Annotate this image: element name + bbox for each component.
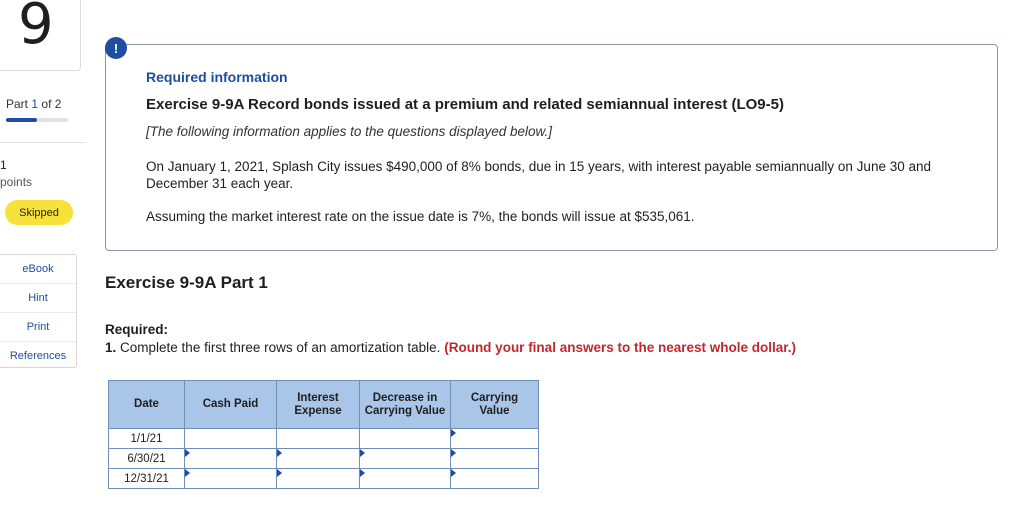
carrying-value-input-2[interactable]	[451, 450, 538, 467]
cash-paid-cell	[184, 448, 277, 469]
points-value: 1	[0, 158, 7, 172]
part-prefix: Part	[6, 97, 29, 111]
interest-expense-cell	[276, 428, 360, 449]
instruction: 1. Complete the first three rows of an a…	[105, 340, 796, 355]
header-carrying-value: Carrying Value	[450, 380, 539, 429]
question-number: 9	[18, 0, 54, 57]
part-title: Exercise 9-9A Part 1	[105, 273, 268, 292]
decrease-carrying-cell	[359, 428, 451, 449]
question-number-box: 9	[0, 0, 81, 71]
rounding-note: (Round your final answers to the nearest…	[444, 340, 797, 355]
part-of: of 2	[41, 97, 62, 111]
instruction-text: Complete the first three rows of an amor…	[120, 340, 441, 355]
cash-paid-input-3[interactable]	[185, 470, 276, 487]
header-interest-expense: Interest Expense	[276, 380, 360, 429]
carrying-value-cell	[450, 428, 539, 449]
input-flag-icon	[185, 469, 190, 477]
input-flag-icon	[277, 449, 282, 457]
table-row: 12/31/21	[108, 468, 539, 489]
part-progress-bar	[6, 118, 68, 122]
decrease-carrying-input-3[interactable]	[360, 470, 450, 487]
cash-paid-input-2[interactable]	[185, 450, 276, 467]
required-label: Required:	[105, 322, 169, 337]
cash-paid-cell	[184, 428, 277, 449]
decrease-carrying-cell	[359, 448, 451, 469]
instruction-number: 1.	[105, 340, 117, 355]
input-flag-icon	[451, 449, 456, 457]
carrying-value-input-3[interactable]	[451, 470, 538, 487]
interest-expense-input-3[interactable]	[277, 470, 359, 487]
table-header-row: Date Cash Paid Interest Expense Decrease…	[108, 380, 539, 429]
tools-panel: eBook Hint Print References	[0, 254, 77, 368]
references-link[interactable]: References	[0, 342, 76, 370]
header-cash-paid: Cash Paid	[184, 380, 277, 429]
cash-paid-cell	[184, 468, 277, 489]
decrease-carrying-input-2[interactable]	[360, 450, 450, 467]
sidebar-divider	[0, 142, 86, 143]
part-indicator: Part 1 of 2	[6, 97, 61, 111]
info-paragraph-2: Assuming the market interest rate on the…	[146, 209, 695, 224]
info-paragraph-1: On January 1, 2021, Splash City issues $…	[146, 159, 931, 191]
date-cell: 6/30/21	[108, 448, 185, 469]
part-progress-fill	[6, 118, 37, 122]
interest-expense-input-2[interactable]	[277, 450, 359, 467]
table-row: 6/30/21	[108, 448, 539, 469]
date-cell: 1/1/21	[108, 428, 185, 449]
header-decrease-carrying-value: Decrease in Carrying Value	[359, 380, 451, 429]
table-row: 1/1/21	[108, 428, 539, 449]
carrying-value-cell	[450, 448, 539, 469]
interest-expense-cell	[276, 448, 360, 469]
header-date: Date	[108, 380, 185, 429]
input-flag-icon	[451, 429, 456, 437]
ebook-link[interactable]: eBook	[0, 255, 76, 284]
exercise-title: Exercise 9-9A Record bonds issued at a p…	[146, 96, 784, 113]
print-link[interactable]: Print	[0, 313, 76, 342]
applies-note: [The following information applies to th…	[146, 124, 552, 139]
input-flag-icon	[451, 469, 456, 477]
hint-link[interactable]: Hint	[0, 284, 76, 313]
input-flag-icon	[360, 449, 365, 457]
status-badge: Skipped	[5, 200, 73, 225]
date-cell: 12/31/21	[108, 468, 185, 489]
carrying-value-cell	[450, 468, 539, 489]
decrease-carrying-cell	[359, 468, 451, 489]
input-flag-icon	[185, 449, 190, 457]
required-info-heading: Required information	[146, 69, 288, 85]
alert-icon: !	[105, 37, 127, 59]
amortization-table: Date Cash Paid Interest Expense Decrease…	[108, 380, 539, 489]
input-flag-icon	[360, 469, 365, 477]
interest-expense-cell	[276, 468, 360, 489]
input-flag-icon	[277, 469, 282, 477]
points-label: points	[0, 175, 33, 189]
carrying-value-input-1[interactable]	[451, 430, 538, 447]
part-current: 1	[31, 97, 39, 111]
